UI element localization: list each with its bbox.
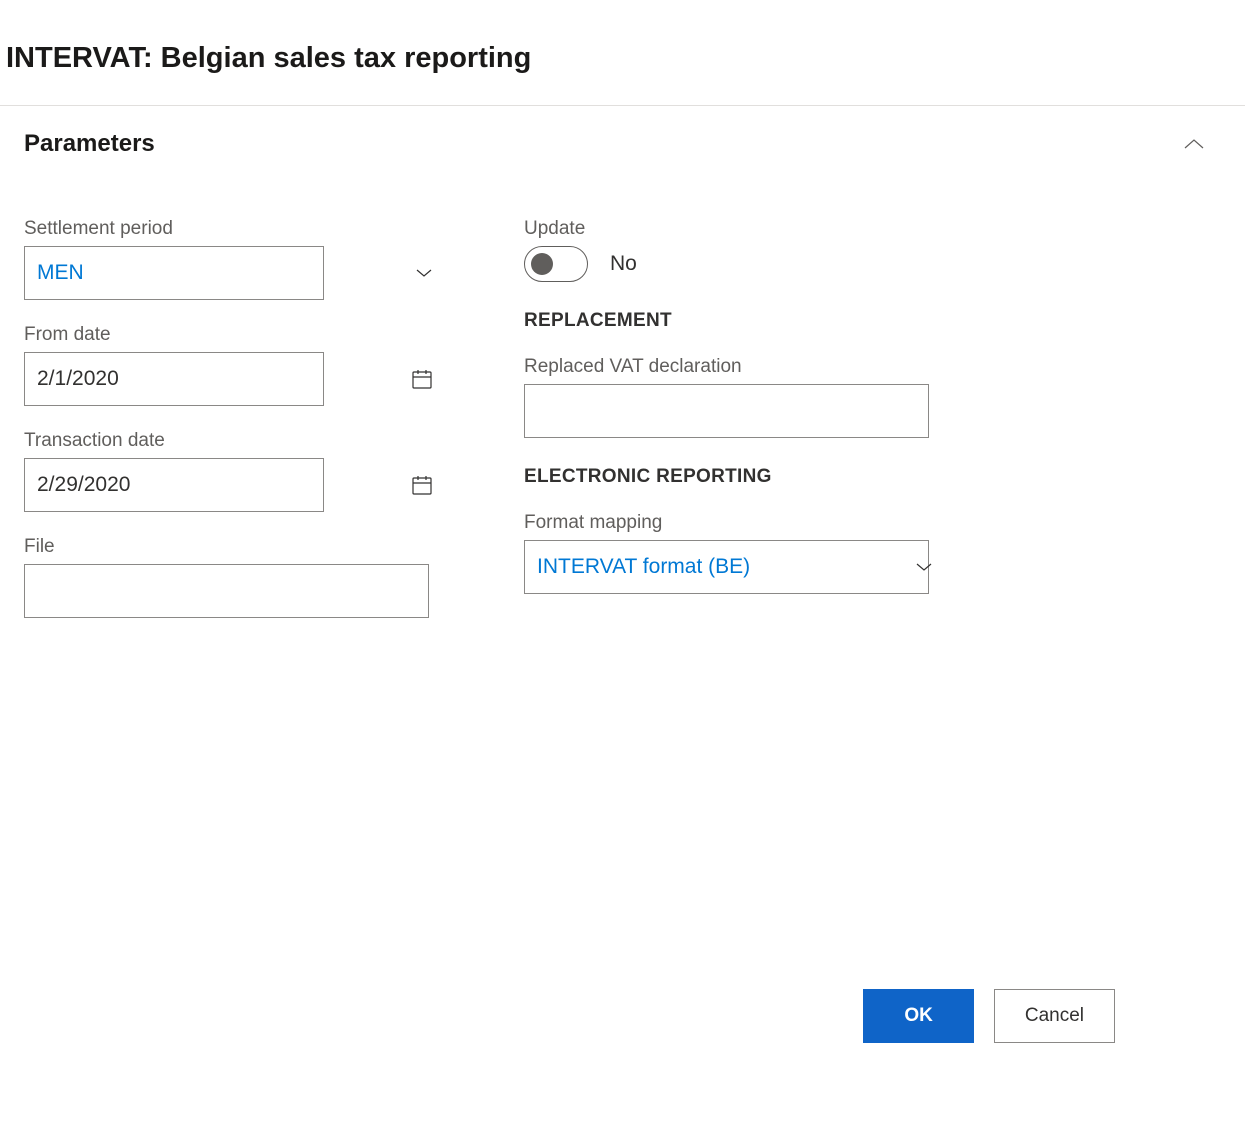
parameters-left-column: Settlement period From date [24,218,444,642]
ok-button[interactable]: OK [863,989,974,1043]
collapse-section-button[interactable] [1183,133,1205,155]
update-label: Update [524,218,944,240]
replaced-vat-label: Replaced VAT declaration [524,356,944,378]
replaced-vat-input[interactable] [524,384,929,438]
settlement-period-input[interactable] [24,246,324,300]
toggle-thumb [531,253,553,275]
section-title-parameters: Parameters [24,130,155,158]
from-date-input[interactable] [24,352,324,406]
file-field: File [24,536,444,618]
chevron-down-icon [414,267,434,279]
file-label: File [24,536,444,558]
update-toggle-value: No [610,252,637,276]
chevron-up-icon [1183,138,1205,150]
from-date-field: From date [24,324,444,406]
format-mapping-input[interactable] [524,540,929,594]
format-mapping-field: Format mapping [524,512,944,594]
file-input[interactable] [24,564,429,618]
settlement-period-field: Settlement period [24,218,444,300]
calendar-icon [410,473,434,497]
settlement-period-label: Settlement period [24,218,444,240]
update-toggle[interactable] [524,246,588,282]
update-field: Update No [524,218,944,282]
page-title: INTERVAT: Belgian sales tax reporting [0,0,1245,105]
from-date-label: From date [24,324,444,346]
electronic-reporting-group-label: ELECTRONIC REPORTING [524,466,944,488]
divider [0,105,1245,106]
transaction-date-label: Transaction date [24,430,444,452]
parameters-right-column: Update No REPLACEMENT Replaced VAT decla… [524,218,944,642]
replacement-group-label: REPLACEMENT [524,310,944,332]
transaction-date-field: Transaction date [24,430,444,512]
replaced-vat-field: Replaced VAT declaration [524,356,944,438]
parameters-section-header: Parameters [0,130,1245,158]
calendar-icon [410,367,434,391]
format-mapping-label: Format mapping [524,512,944,534]
cancel-button[interactable]: Cancel [994,989,1115,1043]
dialog-footer: OK Cancel [863,989,1115,1043]
transaction-date-input[interactable] [24,458,324,512]
